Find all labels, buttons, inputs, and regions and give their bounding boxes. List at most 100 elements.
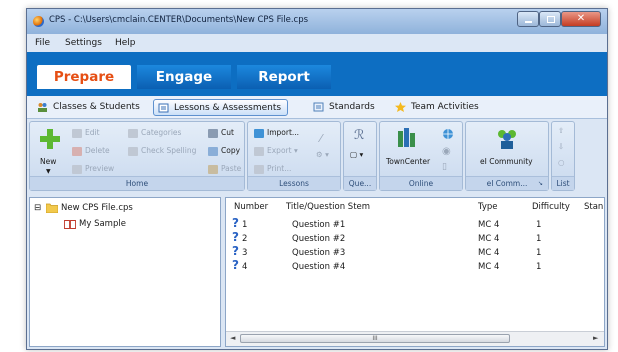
cell-type: MC 4	[478, 220, 500, 230]
cut-button[interactable]: Cut	[208, 128, 234, 138]
app-window: CPS - C:\Users\cmclain.CENTER\Documents\…	[26, 8, 608, 350]
cell-number: 4	[242, 262, 248, 272]
page-icon[interactable]: ▯	[442, 162, 447, 172]
cell-title: Question #1	[292, 220, 346, 230]
cell-title: Question #4	[292, 262, 346, 272]
cell-difficulty: 1	[536, 220, 542, 230]
cut-label: Cut	[221, 128, 234, 137]
group-expand-icon[interactable]: ↘	[538, 180, 543, 187]
spelling-icon	[128, 146, 138, 156]
subtab-team-activities[interactable]: Team Activities	[391, 99, 479, 116]
question-icon: ?	[232, 258, 239, 272]
standards-icon	[313, 102, 324, 112]
ei-community-button[interactable]: eI Community	[480, 157, 533, 166]
group-label-online: Online	[380, 176, 462, 190]
subtab-standards[interactable]: Standards	[309, 99, 375, 116]
towncenter-button[interactable]: TownCenter	[386, 157, 430, 166]
preview-icon	[72, 164, 82, 174]
question-icon: ?	[232, 230, 239, 244]
delete-label: Delete	[85, 146, 110, 155]
edit-button[interactable]: Edit	[72, 128, 100, 138]
export-icon	[254, 146, 264, 156]
book-icon	[64, 220, 76, 229]
check-spelling-button[interactable]: Check Spelling	[128, 146, 196, 156]
cell-number: 2	[242, 234, 248, 244]
move-up-icon[interactable]: ⇧	[558, 126, 564, 135]
menu-settings[interactable]: Settings	[65, 38, 102, 48]
delete-icon	[72, 146, 82, 156]
menu-help[interactable]: Help	[115, 38, 136, 48]
maximize-button[interactable]	[539, 11, 561, 27]
plus-icon	[40, 129, 60, 149]
cell-type: MC 4	[478, 262, 500, 272]
minimize-button[interactable]	[517, 11, 539, 27]
window-dropdown-icon[interactable]: ▢ ▾	[350, 150, 363, 159]
globe-icon[interactable]	[442, 128, 454, 140]
import-button[interactable]: Import...	[254, 128, 299, 138]
column-header-number[interactable]: Number	[234, 202, 268, 212]
question-icon: ?	[232, 216, 239, 230]
paste-label: Paste	[221, 164, 242, 173]
copy-button[interactable]: Copy	[208, 146, 240, 156]
question-list: Number Title/Question Stem Type Difficul…	[225, 197, 605, 347]
cell-number: 1	[242, 220, 248, 230]
print-button[interactable]: Print...	[254, 164, 291, 174]
categories-icon	[128, 128, 138, 138]
tree-collapse-icon[interactable]: ⊟	[34, 203, 41, 213]
paste-button[interactable]: Paste	[208, 164, 241, 174]
tab-report[interactable]: Report	[237, 65, 331, 89]
settings-dropdown-icon[interactable]: ⚙ ▾	[316, 150, 329, 159]
tree-child-label[interactable]: My Sample	[79, 219, 126, 229]
ribbon-group-list: ⇧ ⇩ ○ List	[551, 121, 575, 191]
wand-icon[interactable]: ⁄	[320, 132, 322, 145]
column-header-type[interactable]: Type	[478, 202, 498, 212]
subtab-lessons-assessments[interactable]: Lessons & Assessments	[153, 99, 289, 116]
group-label-lessons: Lessons	[248, 176, 340, 190]
document-icon	[158, 103, 169, 113]
column-header-difficulty[interactable]: Difficulty	[532, 202, 570, 212]
group-label-ei-community: eI Comm...	[466, 176, 548, 190]
star-icon	[395, 102, 406, 112]
people-icon	[38, 103, 47, 112]
column-header-standard[interactable]: Stan	[584, 202, 603, 212]
delete-button[interactable]: Delete	[72, 146, 110, 156]
search-question-icon[interactable]: ℛ	[354, 128, 364, 143]
web-icon[interactable]: ◉	[442, 146, 451, 157]
title-bar[interactable]: CPS - C:\Users\cmclain.CENTER\Documents\…	[27, 9, 607, 34]
new-dropdown-icon[interactable]: ▼	[46, 168, 51, 175]
cell-number: 3	[242, 248, 248, 258]
move-down-icon[interactable]: ⇩	[558, 142, 564, 151]
close-button[interactable]: ✕	[561, 11, 601, 27]
new-button[interactable]: New	[40, 157, 56, 166]
cell-type: MC 4	[478, 248, 500, 258]
preview-button[interactable]: Preview	[72, 164, 114, 174]
cell-difficulty: 1	[536, 234, 542, 244]
main-tab-bar: Prepare Engage Report	[27, 52, 607, 96]
file-tree: ⊟ New CPS File.cps My Sample	[29, 197, 221, 347]
import-label: Import...	[267, 128, 300, 137]
subtab-classes-students[interactable]: Classes & Students	[33, 99, 140, 116]
categories-label: Categories	[141, 128, 182, 137]
towncenter-icon	[398, 128, 415, 147]
export-button[interactable]: Export ▾	[254, 146, 298, 156]
print-label: Print...	[267, 164, 292, 173]
tree-root-label[interactable]: New CPS File.cps	[61, 203, 133, 213]
scroll-left-icon[interactable]: ◄	[230, 334, 235, 342]
categories-button[interactable]: Categories	[128, 128, 181, 138]
column-header-title[interactable]: Title/Question Stem	[286, 202, 370, 212]
window-title: CPS - C:\Users\cmclain.CENTER\Documents\…	[49, 15, 309, 25]
paste-icon	[208, 164, 218, 174]
import-icon	[254, 128, 264, 138]
ribbon-group-lessons: Import... Export ▾ Print... ⁄ ⚙ ▾ Lesson…	[247, 121, 341, 191]
horizontal-scrollbar[interactable]: ◄ III ►	[226, 331, 604, 346]
copy-icon	[208, 146, 218, 156]
scrollbar-thumb[interactable]: III	[240, 334, 510, 343]
export-label: Export	[267, 146, 292, 155]
list-option-icon[interactable]: ○	[558, 158, 565, 167]
tab-prepare[interactable]: Prepare	[37, 65, 131, 89]
ribbon-group-ei-community: eI Community eI Comm... ↘	[465, 121, 549, 191]
scroll-right-icon[interactable]: ►	[593, 334, 598, 342]
menu-file[interactable]: File	[35, 38, 50, 48]
cell-difficulty: 1	[536, 248, 542, 258]
tab-engage[interactable]: Engage	[137, 65, 231, 89]
